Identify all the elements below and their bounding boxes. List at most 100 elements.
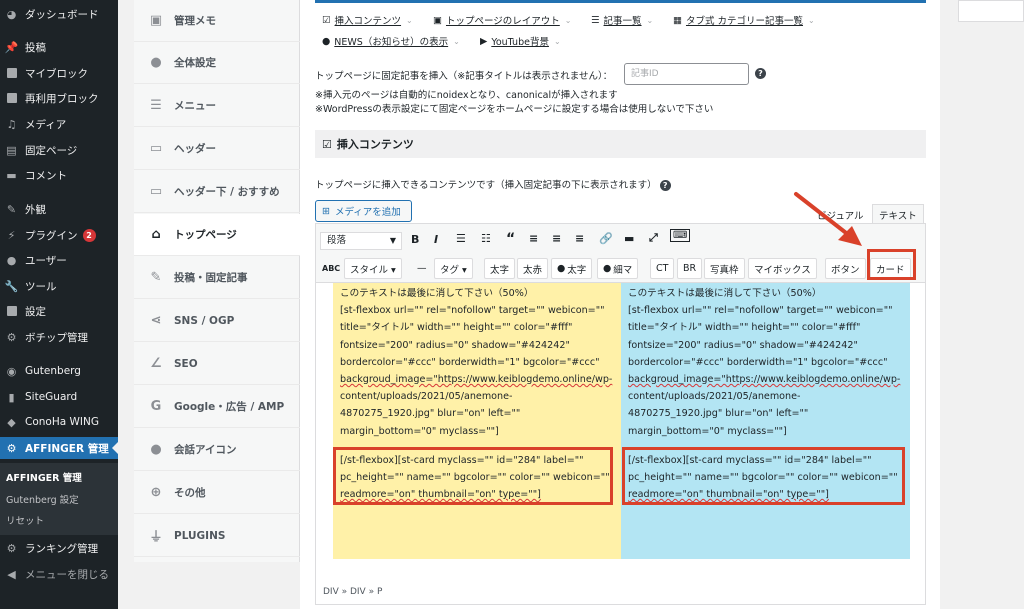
bold-text-button[interactable]: 太字 [484, 258, 516, 279]
tag-dropdown[interactable]: タグ ▾ [434, 258, 473, 279]
dashboard-icon: ◕ [6, 7, 17, 21]
article-id-input[interactable]: 記事ID [624, 63, 749, 85]
keyboard-icon[interactable]: ⌨ [670, 229, 691, 242]
code-line: 4870275_1920.jpg" blur="on" left="" [340, 408, 521, 420]
format-select[interactable]: 段落 ▼ [320, 232, 402, 250]
more-tag-icon[interactable]: ▬ [624, 232, 634, 245]
code-line: fontsize="200" radius="0" shadow="#42424… [628, 339, 858, 351]
content-column-right[interactable]: このテキストは最後に消して下さい（50%） [st-flexbox url=""… [621, 283, 910, 559]
tab-plugins[interactable]: ⏚ PLUGINS [134, 515, 300, 557]
link-news[interactable]: ● NEWS（お知らせ）の表示 ⌄ [322, 34, 460, 49]
section-description: トップページに挿入できるコンテンツです（挿入固定記事の下に表示されます） ? [315, 177, 671, 191]
bold-red-button[interactable]: 太赤 [517, 258, 549, 279]
menu-icon: ☰ [150, 98, 162, 113]
menu-dashboard[interactable]: ◕ ダッシュボード [0, 3, 118, 25]
update-count-badge: 2 [82, 228, 96, 242]
menu-ranking[interactable]: ⚙ ランキング管理 [0, 537, 118, 559]
tab-google[interactable]: G Google・広告 / AMP [134, 386, 300, 428]
tab-memo[interactable]: ▣ 管理メモ [134, 0, 300, 42]
style-dropdown[interactable]: スタイル ▾ [344, 258, 402, 279]
affinger-submenu: AFFINGER 管理 Gutenberg 設定 リセット [0, 463, 118, 535]
wrench-icon: 🔧 [4, 279, 19, 293]
bullet-list-icon[interactable]: ☰ [456, 232, 466, 245]
edit-icon: ✎ [150, 270, 162, 285]
tab-header[interactable]: ▭ ヘッダー [134, 128, 300, 170]
menu-plugins[interactable]: ⚡ プラグイン 2 [0, 224, 118, 246]
tab-general[interactable]: ● 全体設定 [134, 42, 300, 84]
add-media-button[interactable]: ⊞ メディアを追加 [315, 200, 412, 222]
fullscreen-icon[interactable]: ⤢ [649, 231, 658, 245]
help-icon[interactable]: ? [659, 180, 671, 191]
ct-button[interactable]: CT [650, 258, 675, 279]
photo-frame-button[interactable]: 写真枠 [704, 258, 745, 279]
tab-top-page[interactable]: ⌂ トップページ [134, 214, 300, 256]
menu-myblock[interactable]: マイブロック [0, 62, 118, 84]
link-tab-category[interactable]: ▦ タブ式 カテゴリー記事一覧 ⌄ [673, 13, 815, 28]
tab-other[interactable]: ⊕ その他 [134, 472, 300, 514]
menu-users[interactable]: ● ユーザー [0, 249, 118, 271]
tab-conversation[interactable]: ● 会話アイコン [134, 429, 300, 471]
menu-bochip[interactable]: ⚙ ボチップ管理 [0, 326, 118, 348]
menu-gutenberg[interactable]: ◉ Gutenberg [0, 360, 118, 382]
menu-affinger[interactable]: ⚙ AFFINGER 管理 [0, 437, 118, 459]
right-side-panel [958, 0, 1024, 22]
tab-seo[interactable]: ∠ SEO [134, 343, 300, 385]
tab-menu[interactable]: ☰ メニュー [134, 85, 300, 127]
annotation-arrow-icon [794, 192, 862, 246]
align-center-icon[interactable]: ≡ [552, 232, 561, 245]
top-accent-line [315, 0, 926, 3]
menu-settings[interactable]: 設定 [0, 300, 118, 322]
bold-icon[interactable]: B [411, 233, 419, 246]
br-button[interactable]: BR [677, 258, 703, 279]
gear-icon: ⚙ [6, 441, 17, 455]
code-line: [st-flexbox url="" rel="nofollow" target… [628, 305, 893, 317]
submenu-affinger[interactable]: AFFINGER 管理 [6, 470, 82, 484]
strikethrough-icon[interactable]: ABC [322, 264, 340, 273]
menu-pages[interactable]: ▤ 固定ページ [0, 139, 118, 161]
tab-label: トップページ [174, 229, 237, 241]
help-icon[interactable]: ? [755, 68, 766, 79]
tab-header-below[interactable]: ▭ ヘッダー下 / おすすめ [134, 171, 300, 213]
menu-media[interactable]: ♫ メディア [0, 113, 118, 135]
tab-sns[interactable]: ⋖ SNS / OGP [134, 300, 300, 342]
menu-comments[interactable]: ▬ コメント [0, 164, 118, 186]
quote-icon[interactable]: “ [506, 231, 515, 247]
youtube-icon: ▶ [480, 35, 488, 47]
menu-tools[interactable]: 🔧 ツール [0, 275, 118, 297]
shield-icon: ▮ [8, 390, 15, 404]
menu-posts[interactable]: 📌 投稿 [0, 36, 118, 58]
tab-label: メニュー [174, 100, 216, 112]
pin-icon: 📌 [4, 40, 19, 54]
code-line: title="タイトル" width="" height="" color="#… [628, 322, 861, 334]
submenu-gutenberg-settings[interactable]: Gutenberg 設定 [6, 492, 79, 506]
menu-conoha[interactable]: ◆ ConoHa WING [0, 411, 118, 433]
tab-text[interactable]: テキスト [872, 204, 924, 223]
mybox-button[interactable]: マイボックス [748, 258, 817, 279]
menu-reusable-blocks[interactable]: 再利用ブロック [0, 87, 118, 109]
tab-posts[interactable]: ✎ 投稿・固定記事 [134, 257, 300, 299]
content-column-left[interactable]: このテキストは最後に消して下さい（50%） [st-flexbox url=""… [333, 283, 622, 559]
align-left-icon[interactable]: ≡ [529, 232, 538, 245]
submenu-reset[interactable]: リセット [6, 513, 44, 527]
user-thin-button[interactable]: ● 細マ [597, 258, 639, 279]
numbered-list-icon[interactable]: ☷ [481, 232, 491, 245]
link-youtube[interactable]: ▶ YouTube背景 ⌄ [480, 34, 561, 49]
user-bold-button[interactable]: ● 太字 [551, 258, 593, 279]
align-right-icon[interactable]: ≡ [575, 232, 584, 245]
horizontal-rule-button[interactable]: — [412, 258, 432, 279]
card-button-highlight [867, 249, 916, 280]
collapse-menu-button[interactable]: ◀ メニューを閉じる [0, 563, 118, 585]
link-top-layout[interactable]: ▣ トップページのレイアウト ⌄ [433, 13, 572, 28]
button-button[interactable]: ボタン [825, 258, 866, 279]
code-line: title="タイトル" width="" height="" color="#… [340, 322, 573, 334]
content-editor: 段落 ▼ B I ☰ ☷ “ ≡ ≡ ≡ 🔗 ▬ ⤢ ⌨ ABC スタイル ▾ —… [315, 223, 926, 605]
info-icon: ● [322, 35, 331, 47]
menu-appearance[interactable]: ✎ 外観 [0, 198, 118, 220]
italic-icon[interactable]: I [434, 233, 438, 246]
menu-label: マイブロック [25, 67, 88, 80]
menu-siteguard[interactable]: ▮ SiteGuard [0, 386, 118, 408]
link-article-list[interactable]: ☰ 記事一覧 ⌄ [591, 13, 653, 28]
link-icon[interactable]: 🔗 [599, 232, 613, 245]
chart-icon: ∠ [150, 356, 162, 371]
link-insert-content[interactable]: ☑ 挿入コンテンツ ⌄ [322, 13, 413, 28]
